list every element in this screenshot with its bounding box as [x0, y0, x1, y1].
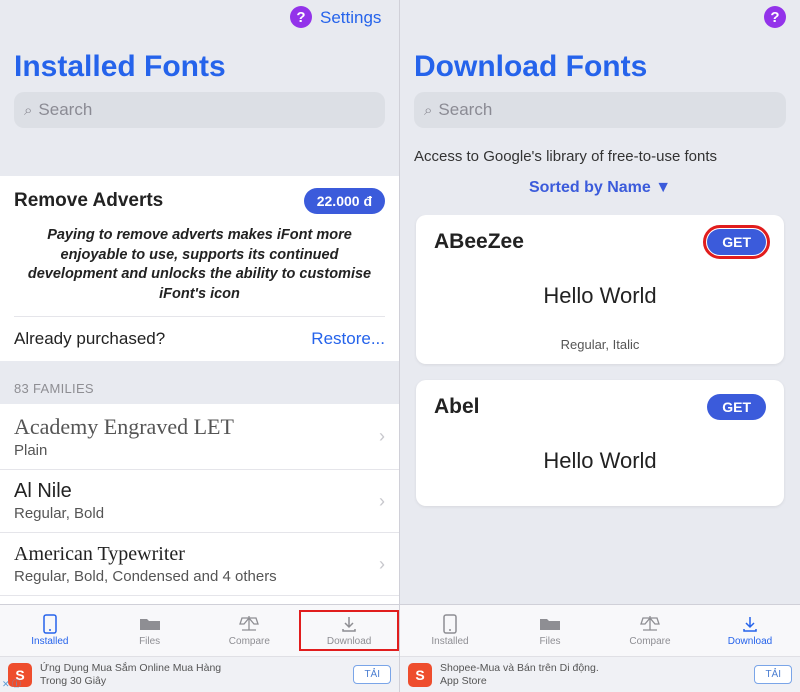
price-button[interactable]: 22.000 đ — [304, 188, 385, 214]
ad-text-line1: Shopee-Mua và Bán trên Di động. — [440, 662, 746, 674]
font-styles: Plain — [14, 442, 379, 459]
sort-button[interactable]: Sorted by Name ▼ — [400, 171, 800, 215]
header: ? Settings — [0, 0, 399, 32]
ad-text-line2: Trong 30 Giây — [40, 675, 345, 687]
font-card: ABeeZee GET Hello World Regular, Italic — [416, 215, 784, 364]
download-icon — [739, 614, 761, 634]
font-styles: Regular, Italic — [434, 337, 766, 360]
header: ? — [400, 0, 800, 32]
search-placeholder: Search — [438, 100, 492, 120]
font-name: Al Nile — [14, 480, 379, 503]
already-purchased-label: Already purchased? — [14, 329, 165, 349]
families-section-header: 83 FAMILIES — [0, 361, 399, 404]
ad-install-button[interactable]: TẢI — [754, 665, 792, 684]
tab-download[interactable]: Download — [700, 614, 800, 647]
font-preview: Hello World — [434, 420, 766, 502]
get-button[interactable]: GET — [707, 229, 766, 255]
shopee-icon: S — [408, 663, 432, 687]
tab-files[interactable]: Files — [100, 614, 200, 647]
search-icon: ⌕ — [24, 102, 32, 119]
font-row[interactable]: American Typewriter Regular, Bold, Conde… — [0, 533, 399, 596]
spacer — [0, 138, 399, 176]
download-icon — [338, 614, 360, 634]
library-description: Access to Google's library of free-to-us… — [400, 138, 800, 171]
font-card: Abel GET Hello World — [416, 380, 784, 506]
remove-adverts-card: Remove Adverts 22.000 đ Paying to remove… — [0, 176, 399, 361]
tab-label: Download — [327, 636, 371, 647]
restore-button[interactable]: Restore... — [311, 329, 385, 349]
ad-text-line2: App Store — [440, 675, 746, 687]
font-row[interactable]: Academy Engraved LET Plain › — [0, 404, 399, 470]
tab-compare[interactable]: Compare — [600, 614, 700, 647]
tab-files[interactable]: Files — [500, 614, 600, 647]
ad-banner[interactable]: S Ứng Dụng Mua Sắm Online Mua Hàng Trong… — [0, 656, 399, 692]
tab-label: Files — [539, 636, 560, 647]
search-input[interactable]: ⌕ Search — [14, 92, 385, 128]
device-icon — [39, 614, 61, 634]
tab-installed[interactable]: Installed — [0, 614, 100, 647]
scales-icon — [238, 614, 260, 634]
screen-download: ? Download Fonts ⌕ Search Access to Goog… — [400, 0, 800, 692]
font-name: Academy Engraved LET — [14, 414, 379, 440]
font-list: Academy Engraved LET Plain › Al Nile Reg… — [0, 404, 399, 604]
ad-install-button[interactable]: TẢI — [353, 665, 391, 684]
screen-installed: ? Settings Installed Fonts ⌕ Search Remo… — [0, 0, 400, 692]
tab-label: Compare — [229, 636, 270, 647]
font-name: ABeeZee — [434, 230, 524, 254]
tab-installed[interactable]: Installed — [400, 614, 500, 647]
chevron-right-icon: › — [379, 554, 385, 575]
get-button[interactable]: GET — [707, 394, 766, 420]
font-row[interactable]: Al Nile Regular, Bold › — [0, 470, 399, 533]
chevron-right-icon: › — [379, 426, 385, 447]
page-title: Download Fonts — [400, 32, 800, 92]
search-input[interactable]: ⌕ Search — [414, 92, 786, 128]
promo-description: Paying to remove adverts makes iFont mor… — [14, 226, 385, 316]
settings-link[interactable]: Settings — [320, 8, 381, 28]
tab-bar: Installed Files Compare Download — [0, 604, 399, 656]
tab-label: Installed — [31, 636, 68, 647]
page-title: Installed Fonts — [0, 32, 399, 92]
ad-text-line1: Ứng Dụng Mua Sắm Online Mua Hàng — [40, 662, 345, 674]
tab-download[interactable]: Download — [299, 610, 399, 651]
tab-label: Compare — [629, 636, 670, 647]
search-placeholder: Search — [38, 100, 92, 120]
help-icon[interactable]: ? — [764, 6, 786, 28]
search-icon: ⌕ — [424, 102, 432, 119]
tab-label: Download — [728, 636, 772, 647]
tab-bar: Installed Files Compare Download — [400, 604, 800, 656]
font-name: American Typewriter — [14, 543, 379, 566]
folder-icon — [139, 614, 161, 634]
tab-compare[interactable]: Compare — [200, 614, 300, 647]
device-icon — [439, 614, 461, 634]
chevron-right-icon: › — [379, 491, 385, 512]
font-name: Abel — [434, 395, 480, 419]
download-list: ABeeZee GET Hello World Regular, Italic … — [400, 215, 800, 604]
font-preview: Hello World — [434, 255, 766, 337]
font-styles: Regular, Bold, Condensed and 4 others — [14, 568, 379, 585]
scales-icon — [639, 614, 661, 634]
ad-banner[interactable]: S Shopee-Mua và Bán trên Di động. App St… — [400, 656, 800, 692]
help-icon[interactable]: ? — [290, 6, 312, 28]
tab-label: Files — [139, 636, 160, 647]
folder-icon — [539, 614, 561, 634]
font-styles: Regular, Bold — [14, 505, 379, 522]
tab-label: Installed — [431, 636, 468, 647]
promo-title: Remove Adverts — [14, 190, 163, 212]
ad-close-icon[interactable]: ✕ ⓘ — [2, 677, 21, 690]
